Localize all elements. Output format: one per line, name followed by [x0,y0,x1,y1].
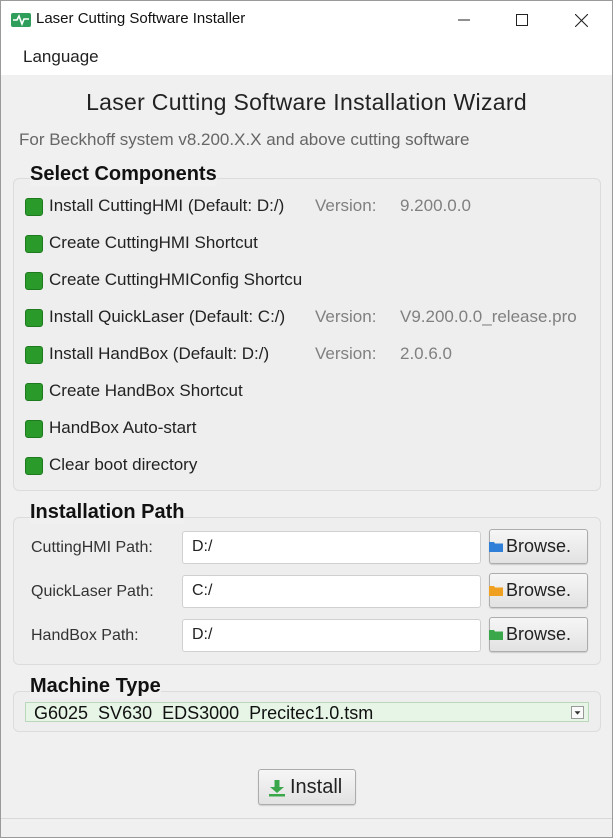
component-row[interactable]: Install HandBox (Default: D:/) Version: … [25,344,595,366]
window-title: Laser Cutting Software Installer [36,10,246,27]
browse-label: Browse. [506,580,572,600]
checkbox[interactable] [25,346,43,364]
version-value: V9.200.0.0_release.pro [400,307,577,326]
component-label: Create HandBox Shortcut [49,381,243,400]
install-label: Install [290,776,343,798]
install-button[interactable]: Install [258,769,356,805]
quicklaser-browse-button[interactable]: Browse. [489,573,588,608]
checkbox[interactable] [25,420,43,438]
handbox-path-input[interactable]: D:/ [182,619,481,652]
maximize-button[interactable] [499,1,545,39]
folder-orange-icon [489,586,503,596]
status-bar [1,818,612,837]
version-label: Version: [315,344,377,363]
wizard-subtitle: For Beckhoff system v8.200.X.X and above… [19,130,470,149]
close-button[interactable] [558,1,604,39]
quicklaser-path-input[interactable]: C:/ [182,575,481,608]
component-row[interactable]: Install CuttingHMI (Default: D:/) Versio… [25,196,595,218]
component-row[interactable]: Create CuttingHMIConfig Shortcut [25,270,595,292]
folder-green-icon [489,630,503,640]
checkbox[interactable] [25,235,43,253]
installer-window: Laser Cutting Software Installer Languag… [0,0,613,838]
checkbox[interactable] [25,383,43,401]
dropdown-arrow-icon [571,706,584,719]
component-label: Install QuickLaser (Default: C:/) [49,307,286,326]
components-group [13,178,601,491]
cuttinghmi-path-input[interactable]: D:/ [182,531,481,564]
component-label: HandBox Auto-start [49,418,197,437]
wizard-title: Laser Cutting Software Installation Wiza… [86,89,527,115]
menu-bar: Language [1,39,612,75]
component-row[interactable]: Clear boot directory [25,455,595,477]
minimize-icon [458,19,470,21]
checkbox[interactable] [25,309,43,327]
machine-type-select[interactable]: G6025_SV630_EDS3000_Precitec1.0.tsm [25,702,589,722]
cuttinghmi-path-label: CuttingHMI Path: [31,539,153,556]
component-row[interactable]: Install QuickLaser (Default: C:/) Versio… [25,307,595,329]
folder-blue-icon [489,542,503,552]
component-row[interactable]: Create CuttingHMI Shortcut [25,233,595,255]
version-value: 9.200.0.0 [400,196,471,215]
version-label: Version: [315,196,377,215]
title-bar: Laser Cutting Software Installer [1,1,612,39]
handbox-browse-button[interactable]: Browse. [489,617,588,652]
component-label: Install HandBox (Default: D:/) [49,344,270,363]
components-title: Select Components [30,163,217,186]
checkbox[interactable] [25,198,43,216]
paths-title: Installation Path [30,501,185,524]
component-label: Clear boot directory [49,455,198,474]
download-icon [269,780,285,797]
app-logo-icon [11,13,31,27]
component-row[interactable]: HandBox Auto-start [25,418,595,440]
quicklaser-path-label: QuickLaser Path: [31,583,154,600]
version-value: 2.0.6.0 [400,344,452,363]
menu-language[interactable]: Language [23,47,99,67]
version-label: Version: [315,307,377,326]
machine-title: Machine Type [30,675,161,698]
component-label: Create CuttingHMIConfig Shortcut [49,270,302,289]
maximize-icon [516,14,528,26]
close-icon [574,13,588,27]
machine-type-value: G6025_SV630_EDS3000_Precitec1.0.tsm [34,703,374,722]
cuttinghmi-browse-button[interactable]: Browse. [489,529,588,564]
minimize-button[interactable] [441,1,487,39]
browse-label: Browse. [506,536,572,556]
browse-label: Browse. [506,624,572,644]
checkbox[interactable] [25,272,43,290]
component-label: Install CuttingHMI (Default: D:/) [49,196,285,215]
checkbox[interactable] [25,457,43,475]
component-label: Create CuttingHMI Shortcut [49,233,258,252]
handbox-path-label: HandBox Path: [31,627,139,644]
component-row[interactable]: Create HandBox Shortcut [25,381,595,403]
